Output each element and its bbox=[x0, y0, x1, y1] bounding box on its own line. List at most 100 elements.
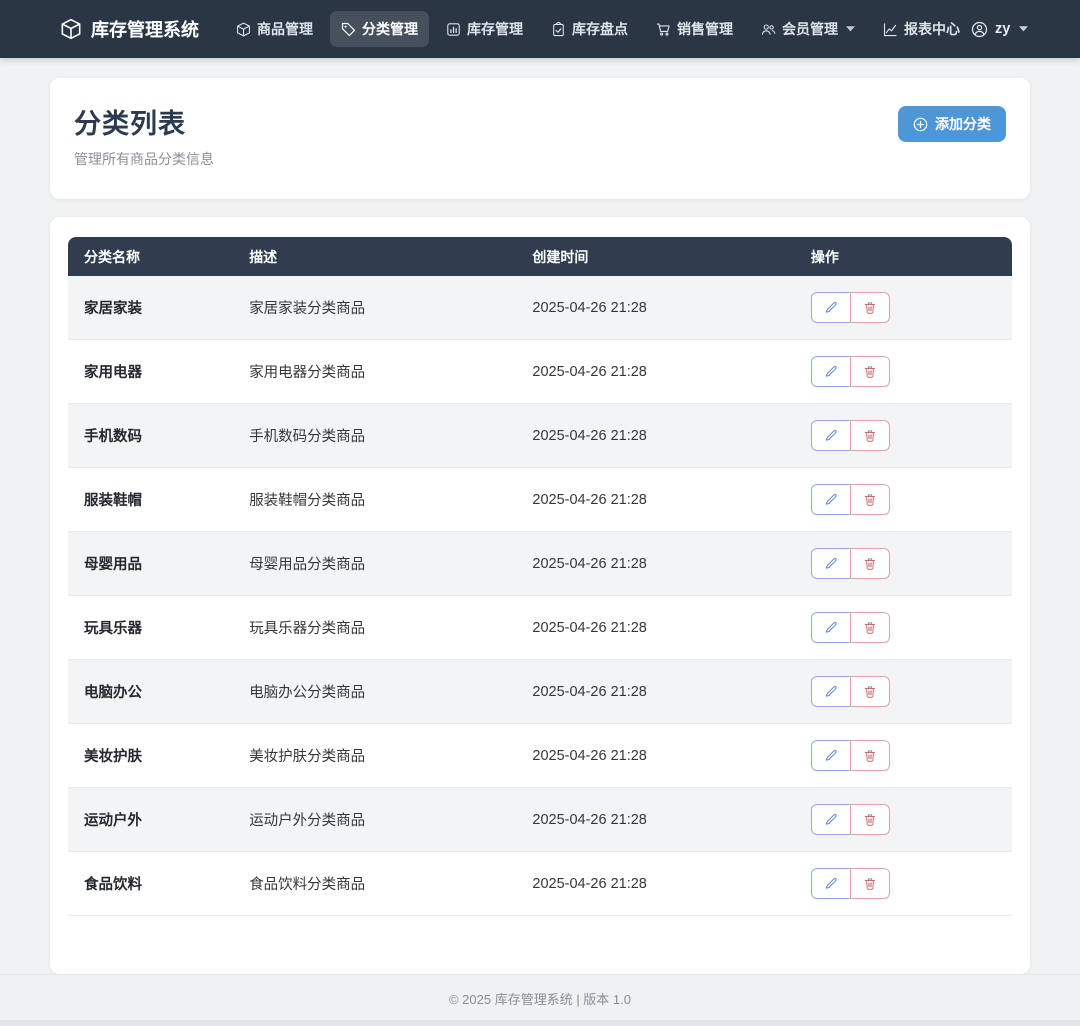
cell-description: 家用电器分类商品 bbox=[233, 340, 516, 404]
trash-icon bbox=[863, 621, 877, 635]
cell-name: 手机数码 bbox=[68, 404, 233, 468]
cell-actions bbox=[795, 660, 1012, 724]
edit-button[interactable] bbox=[811, 484, 851, 515]
nav-item-categories[interactable]: 分类管理 bbox=[330, 11, 429, 47]
cell-created_at: 2025-04-26 21:28 bbox=[516, 276, 794, 340]
delete-button[interactable] bbox=[850, 484, 890, 515]
line-chart-icon bbox=[883, 22, 898, 37]
table-row: 食品饮料食品饮料分类商品2025-04-26 21:28 bbox=[68, 852, 1012, 916]
trash-icon bbox=[863, 493, 877, 507]
cell-actions bbox=[795, 532, 1012, 596]
edit-button[interactable] bbox=[811, 548, 851, 579]
top-navbar: 库存管理系统 商品管理 分类管理库存管理 库存盘点 销售管理会员管理 报表中心 zy bbox=[0, 0, 1080, 58]
delete-button[interactable] bbox=[850, 292, 890, 323]
trash-icon bbox=[863, 749, 877, 763]
cell-actions bbox=[795, 724, 1012, 788]
cell-name: 玩具乐器 bbox=[68, 596, 233, 660]
delete-button[interactable] bbox=[850, 804, 890, 835]
delete-button[interactable] bbox=[850, 676, 890, 707]
pencil-icon bbox=[824, 749, 838, 763]
nav-item-products[interactable]: 商品管理 bbox=[225, 11, 324, 47]
cell-actions bbox=[795, 276, 1012, 340]
delete-button[interactable] bbox=[850, 612, 890, 643]
cell-name: 母婴用品 bbox=[68, 532, 233, 596]
cell-description: 手机数码分类商品 bbox=[233, 404, 516, 468]
trash-icon bbox=[863, 877, 877, 891]
nav-item-label: 报表中心 bbox=[904, 19, 960, 39]
row-action-group bbox=[811, 484, 890, 515]
cell-created_at: 2025-04-26 21:28 bbox=[516, 660, 794, 724]
trash-icon bbox=[863, 301, 877, 315]
clipboard-check-icon bbox=[551, 22, 566, 37]
chevron-down-icon bbox=[1019, 26, 1028, 32]
user-menu[interactable]: zy bbox=[971, 21, 1028, 38]
cell-actions bbox=[795, 596, 1012, 660]
package-icon bbox=[60, 18, 82, 40]
cell-name: 运动户外 bbox=[68, 788, 233, 852]
cell-actions bbox=[795, 404, 1012, 468]
cell-description: 电脑办公分类商品 bbox=[233, 660, 516, 724]
edit-button[interactable] bbox=[811, 420, 851, 451]
delete-button[interactable] bbox=[850, 548, 890, 579]
nav-item-stocktake[interactable]: 库存盘点 bbox=[540, 11, 639, 47]
nav-item-inventory[interactable]: 库存管理 bbox=[435, 11, 534, 47]
cell-name: 家居家装 bbox=[68, 276, 233, 340]
nav-item-label: 库存盘点 bbox=[572, 19, 628, 39]
edit-button[interactable] bbox=[811, 740, 851, 771]
brand[interactable]: 库存管理系统 bbox=[60, 16, 199, 42]
nav-item-sales[interactable]: 销售管理 bbox=[645, 11, 744, 47]
cell-description: 美妆护肤分类商品 bbox=[233, 724, 516, 788]
nav-item-members[interactable]: 会员管理 bbox=[750, 11, 866, 47]
edit-button[interactable] bbox=[811, 292, 851, 323]
footer: © 2025 库存管理系统 | 版本 1.0 bbox=[0, 974, 1080, 1020]
user-name: zy bbox=[995, 21, 1010, 37]
edit-button[interactable] bbox=[811, 612, 851, 643]
cell-created_at: 2025-04-26 21:28 bbox=[516, 788, 794, 852]
edit-button[interactable] bbox=[811, 676, 851, 707]
cell-description: 母婴用品分类商品 bbox=[233, 532, 516, 596]
main-content: 分类列表 管理所有商品分类信息 添加分类 分类名称描述创建时间操作 家居家装家居… bbox=[0, 58, 1080, 974]
nav-item-reports[interactable]: 报表中心 bbox=[872, 11, 971, 47]
edit-button[interactable] bbox=[811, 356, 851, 387]
column-header: 描述 bbox=[233, 237, 516, 276]
table-header: 分类名称描述创建时间操作 bbox=[68, 237, 1012, 276]
delete-button[interactable] bbox=[850, 868, 890, 899]
add-category-label: 添加分类 bbox=[935, 114, 991, 134]
edit-button[interactable] bbox=[811, 804, 851, 835]
chevron-down-icon bbox=[846, 26, 855, 32]
cell-name: 食品饮料 bbox=[68, 852, 233, 916]
delete-button[interactable] bbox=[850, 740, 890, 771]
bottom-edge bbox=[0, 1020, 1080, 1026]
cart-icon bbox=[656, 22, 671, 37]
row-action-group bbox=[811, 612, 890, 643]
cell-actions bbox=[795, 852, 1012, 916]
row-action-group bbox=[811, 420, 890, 451]
nav-item-label: 分类管理 bbox=[362, 19, 418, 39]
trash-icon bbox=[863, 685, 877, 699]
nav-item-label: 销售管理 bbox=[677, 19, 733, 39]
pencil-icon bbox=[824, 557, 838, 571]
column-header: 创建时间 bbox=[516, 237, 794, 276]
cell-created_at: 2025-04-26 21:28 bbox=[516, 468, 794, 532]
column-header: 分类名称 bbox=[68, 237, 233, 276]
footer-text: © 2025 库存管理系统 | 版本 1.0 bbox=[449, 992, 631, 1007]
table-row: 家居家装家居家装分类商品2025-04-26 21:28 bbox=[68, 276, 1012, 340]
table-row: 手机数码手机数码分类商品2025-04-26 21:28 bbox=[68, 404, 1012, 468]
pencil-icon bbox=[824, 621, 838, 635]
pencil-icon bbox=[824, 685, 838, 699]
cell-description: 玩具乐器分类商品 bbox=[233, 596, 516, 660]
pencil-icon bbox=[824, 365, 838, 379]
cell-actions bbox=[795, 468, 1012, 532]
edit-button[interactable] bbox=[811, 868, 851, 899]
delete-button[interactable] bbox=[850, 420, 890, 451]
pencil-icon bbox=[824, 301, 838, 315]
category-table: 分类名称描述创建时间操作 家居家装家居家装分类商品2025-04-26 21:2… bbox=[68, 237, 1012, 916]
pencil-icon bbox=[824, 429, 838, 443]
cell-actions bbox=[795, 340, 1012, 404]
cell-created_at: 2025-04-26 21:28 bbox=[516, 532, 794, 596]
tag-icon bbox=[341, 22, 356, 37]
add-category-button[interactable]: 添加分类 bbox=[898, 106, 1006, 142]
trash-icon bbox=[863, 557, 877, 571]
cell-actions bbox=[795, 788, 1012, 852]
delete-button[interactable] bbox=[850, 356, 890, 387]
